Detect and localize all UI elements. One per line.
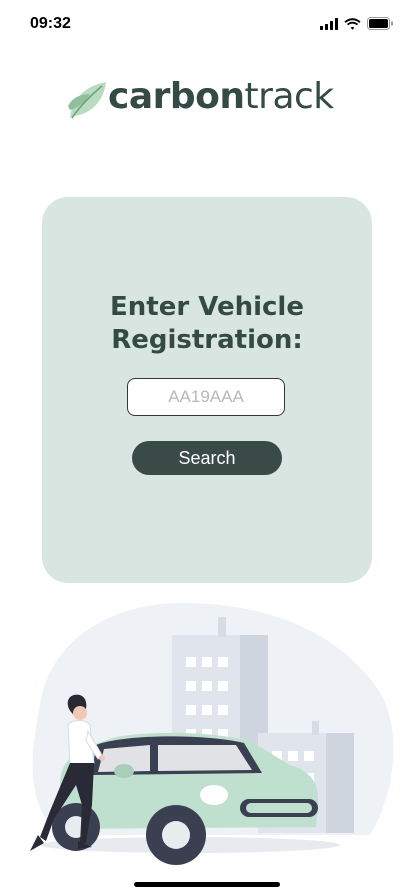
home-indicator bbox=[134, 882, 280, 887]
card-title-line2: Registration: bbox=[111, 325, 303, 355]
card-title-line1: Enter Vehicle bbox=[110, 292, 304, 322]
brand-name-light: track bbox=[244, 76, 335, 117]
card-title: Enter Vehicle Registration: bbox=[42, 291, 372, 357]
status-time: 09:32 bbox=[30, 15, 71, 32]
battery-icon bbox=[367, 17, 393, 30]
brand-name: carbontrack bbox=[108, 76, 334, 117]
vehicle-search-card: Enter Vehicle Registration: Search bbox=[42, 197, 372, 583]
search-button[interactable]: Search bbox=[132, 441, 282, 475]
signal-icon bbox=[320, 17, 338, 30]
registration-input[interactable] bbox=[127, 378, 285, 416]
wifi-icon bbox=[344, 17, 361, 30]
status-icons bbox=[320, 17, 394, 30]
brand-logo: carbontrack bbox=[66, 74, 356, 124]
status-bar: 09:32 bbox=[0, 0, 414, 48]
car-illustration bbox=[30, 602, 394, 865]
leaf-icon bbox=[68, 82, 106, 119]
brand-name-bold: carbon bbox=[108, 76, 245, 117]
